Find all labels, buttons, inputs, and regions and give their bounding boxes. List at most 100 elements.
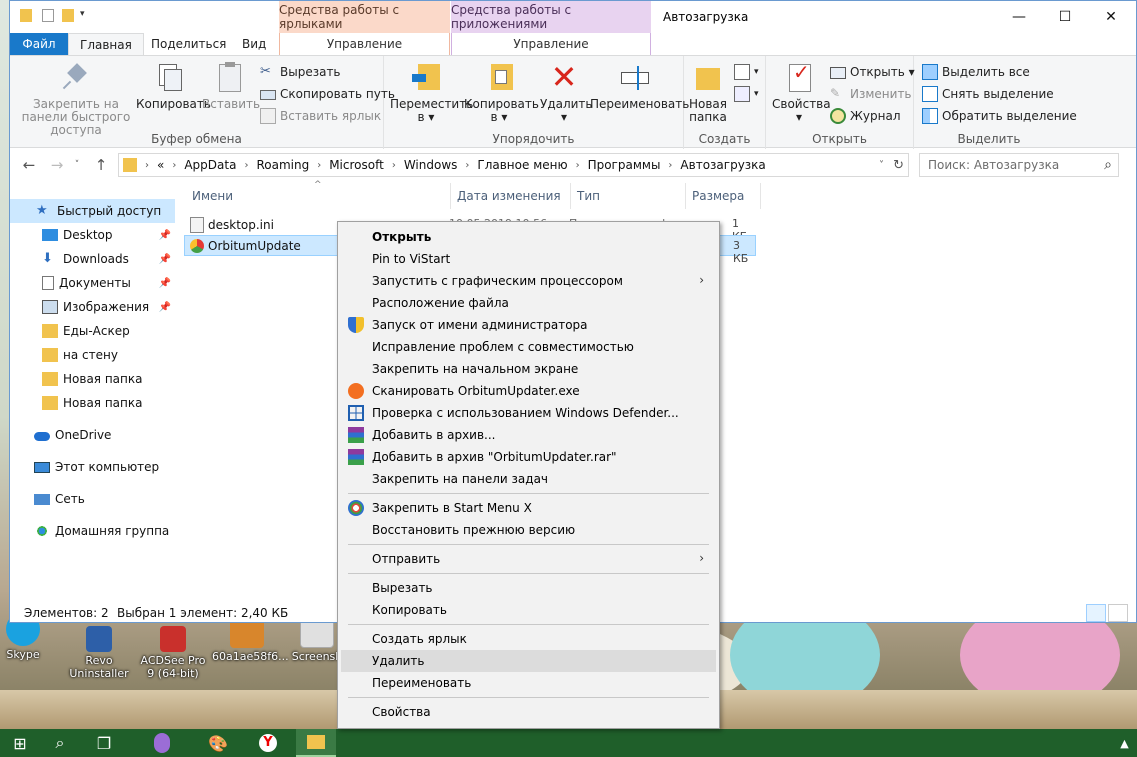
new-folder-button[interactable]: Новая папка — [688, 60, 728, 124]
menu-item-copy[interactable]: Копировать — [341, 599, 716, 621]
nav-homegroup[interactable]: Домашняя группа — [10, 519, 175, 543]
nav-folder[interactable]: Новая папка — [10, 367, 175, 391]
nav-quick-access[interactable]: ★ Быстрый доступ — [10, 199, 175, 223]
menu-item-restore-previous[interactable]: Восстановить прежнюю версию — [341, 519, 716, 541]
breadcrumb-microsoft[interactable]: Microsoft — [323, 158, 390, 172]
easy-access-button[interactable]: ▾ — [734, 84, 759, 104]
address-bar[interactable]: › « › AppData › Roaming › Microsoft › Wi… — [118, 153, 909, 177]
paste-button[interactable]: Вставить — [202, 60, 260, 111]
start-button[interactable]: ⊞ — [0, 729, 40, 757]
minimize-button[interactable]: — — [996, 1, 1042, 33]
properties-button[interactable]: ✓ Свойства ▾ — [772, 60, 831, 124]
menu-item-troubleshoot-compat[interactable]: Исправление проблем с совместимостью — [341, 336, 716, 358]
desktop-icon-revo[interactable]: Revo Uninstaller — [64, 626, 134, 680]
history-button[interactable]: Журнал — [830, 106, 901, 126]
edit-button[interactable]: ✎ Изменить — [830, 84, 912, 104]
taskbar-app-explorer[interactable] — [296, 729, 336, 757]
qat-customize-icon[interactable]: ▾ — [80, 9, 90, 22]
select-none-button[interactable]: Снять выделение — [922, 84, 1054, 104]
menu-item-file-location[interactable]: Расположение файла — [341, 292, 716, 314]
search-input[interactable]: Поиск: Автозагрузка ⌕ — [919, 153, 1119, 177]
menu-item-send-to[interactable]: Отправить › — [341, 548, 716, 570]
cortana-button[interactable] — [142, 729, 182, 757]
paste-shortcut-button[interactable]: Вставить ярлык — [260, 106, 381, 126]
rename-button[interactable]: Переименовать — [590, 60, 689, 111]
notification-button[interactable]: ▲ — [1112, 729, 1137, 757]
menu-item-delete[interactable]: Удалить — [341, 650, 716, 672]
cut-button[interactable]: ✂ Вырезать — [260, 62, 341, 82]
menu-item-run-with-gpu[interactable]: Запустить с графическим процессором › — [341, 270, 716, 292]
move-to-button[interactable]: Переместить в ▾ — [390, 60, 473, 124]
taskbar-app-paint[interactable]: 🎨 — [198, 729, 238, 757]
invert-selection-button[interactable]: Обратить выделение — [922, 106, 1077, 126]
breadcrumb-start-menu[interactable]: Главное меню — [471, 158, 573, 172]
pin-icon[interactable]: 📌 — [159, 230, 171, 241]
desktop-icon-image[interactable]: 60a1ae58f6... — [212, 618, 289, 663]
menu-item-add-to-rar[interactable]: Добавить в архив "OrbitumUpdater.rar" — [341, 446, 716, 468]
details-view-button[interactable] — [1086, 604, 1106, 622]
large-icons-view-button[interactable] — [1108, 604, 1128, 622]
menu-item-defender-scan[interactable]: Проверка с использованием Windows Defend… — [341, 402, 716, 424]
tab-file[interactable]: Файл — [10, 33, 68, 55]
copy-path-button[interactable]: Скопировать путь — [260, 84, 395, 104]
tab-manage-app[interactable]: Управление — [451, 33, 651, 55]
select-all-button[interactable]: Выделить все — [922, 62, 1030, 82]
nav-network[interactable]: Сеть — [10, 487, 175, 511]
refresh-icon[interactable]: ↻ — [893, 158, 904, 173]
up-button[interactable]: ↑ — [90, 155, 112, 175]
pin-icon[interactable]: 📌 — [159, 254, 171, 265]
column-header-size[interactable]: Размера — [686, 183, 761, 209]
menu-item-rename[interactable]: Переименовать — [341, 672, 716, 694]
menu-item-pin-vistart[interactable]: Pin to ViStart — [341, 248, 716, 270]
recent-locations-button[interactable]: ˅ — [70, 155, 84, 175]
breadcrumb-programs[interactable]: Программы — [582, 158, 667, 172]
nav-documents[interactable]: Документы 📌 — [10, 271, 175, 295]
nav-desktop[interactable]: Desktop 📌 — [10, 223, 175, 247]
open-button[interactable]: Открыть ▾ — [830, 62, 915, 82]
menu-item-pin-start-menu-x[interactable]: Закрепить в Start Menu X — [341, 497, 716, 519]
address-history-dropdown-icon[interactable]: ˅ — [879, 160, 884, 171]
forward-button[interactable]: → — [46, 155, 68, 175]
nav-folder[interactable]: Еды-Аскер — [10, 319, 175, 343]
menu-item-run-as-admin[interactable]: Запуск от имени администратора — [341, 314, 716, 336]
tab-share[interactable]: Поделиться — [140, 33, 237, 55]
nav-pictures[interactable]: Изображения 📌 — [10, 295, 175, 319]
pin-icon[interactable]: 📌 — [159, 278, 171, 289]
taskbar-app-yandex[interactable]: Y — [248, 729, 288, 757]
desktop-icon-acdsee[interactable]: ACDSee Pro 9 (64-bit) — [138, 626, 208, 680]
menu-item-pin-start[interactable]: Закрепить на начальном экране — [341, 358, 716, 380]
copy-to-button[interactable]: Копировать в ▾ — [464, 60, 539, 124]
column-header-name[interactable]: Имени ^ — [186, 180, 451, 209]
menu-item-properties[interactable]: Свойства — [341, 701, 716, 723]
nav-this-pc[interactable]: Этот компьютер — [10, 455, 175, 479]
nav-folder[interactable]: на стену — [10, 343, 175, 367]
nav-folder[interactable]: Новая папка — [10, 391, 175, 415]
pin-icon[interactable]: 📌 — [159, 302, 171, 313]
breadcrumb-roaming[interactable]: Roaming — [250, 158, 315, 172]
copy-button[interactable]: Копировать — [136, 60, 211, 111]
back-button[interactable]: ← — [18, 155, 40, 175]
properties-qat-icon[interactable] — [42, 9, 54, 22]
nav-onedrive[interactable]: OneDrive — [10, 423, 175, 447]
task-view-button[interactable]: ❐ — [84, 729, 124, 757]
column-header-date[interactable]: Дата изменения — [451, 183, 571, 209]
menu-item-cut[interactable]: Вырезать — [341, 577, 716, 599]
tab-home[interactable]: Главная — [68, 33, 144, 55]
menu-item-create-shortcut[interactable]: Создать ярлык — [341, 628, 716, 650]
tab-view[interactable]: Вид — [231, 33, 277, 55]
menu-item-pin-taskbar[interactable]: Закрепить на панели задач — [341, 468, 716, 490]
maximize-button[interactable]: ☐ — [1042, 1, 1088, 33]
new-folder-qat-icon[interactable] — [62, 9, 74, 22]
breadcrumb-appdata[interactable]: AppData — [178, 158, 242, 172]
breadcrumb-overflow[interactable]: « — [151, 158, 170, 172]
close-button[interactable]: ✕ — [1088, 1, 1134, 33]
delete-button[interactable]: ✕ Удалить ▾ — [540, 60, 593, 124]
pin-quick-access-button[interactable]: Закрепить на панели быстрого доступа — [16, 60, 136, 137]
tab-manage-shortcut[interactable]: Управление — [279, 33, 450, 55]
new-item-button[interactable]: ▾ — [734, 62, 759, 82]
menu-item-avast-scan[interactable]: Сканировать OrbitumUpdater.exe — [341, 380, 716, 402]
search-button[interactable]: ⌕ — [40, 729, 80, 757]
column-header-type[interactable]: Тип — [571, 183, 686, 209]
menu-item-add-to-archive[interactable]: Добавить в архив... — [341, 424, 716, 446]
menu-item-open[interactable]: Открыть — [341, 226, 716, 248]
